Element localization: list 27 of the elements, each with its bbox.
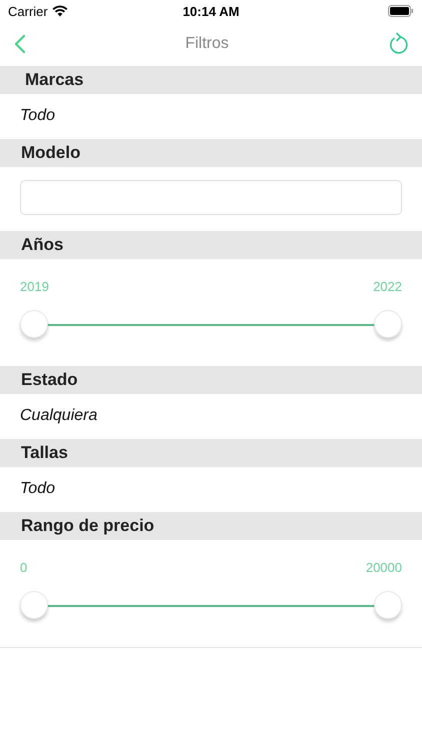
section-header: Marcas	[0, 66, 422, 94]
section-header: Años	[0, 231, 422, 259]
range-slider[interactable]	[20, 591, 402, 621]
max-value: 20000	[366, 560, 402, 575]
battery-icon	[388, 5, 414, 17]
input-field[interactable]	[20, 180, 402, 215]
slider-thumb[interactable]	[20, 310, 48, 338]
filter-value[interactable]: Cualquiera	[20, 406, 98, 424]
clock-time: 10:14 AM	[182, 4, 240, 18]
min-value: 0	[20, 560, 28, 575]
section-header: Estado	[0, 366, 422, 394]
min-value: 2019	[20, 279, 49, 294]
slider-thumb[interactable]	[20, 591, 48, 619]
slider-thumb[interactable]	[374, 591, 402, 619]
refresh-icon[interactable]	[388, 32, 410, 56]
wifi-icon	[52, 5, 68, 17]
filter-value[interactable]: Todo	[20, 106, 55, 124]
section-header: Tallas	[0, 439, 422, 467]
screen-title: Filtros	[185, 35, 229, 53]
section-header: Modelo	[0, 139, 422, 167]
slider-thumb[interactable]	[374, 310, 402, 338]
back-icon[interactable]	[14, 34, 26, 54]
filter-value[interactable]: Todo	[20, 480, 55, 498]
max-value: 2022	[373, 279, 402, 294]
carrier-name: Carrier	[8, 4, 48, 18]
range-slider[interactable]	[20, 310, 402, 340]
section-header: Rango de precio	[0, 512, 422, 540]
